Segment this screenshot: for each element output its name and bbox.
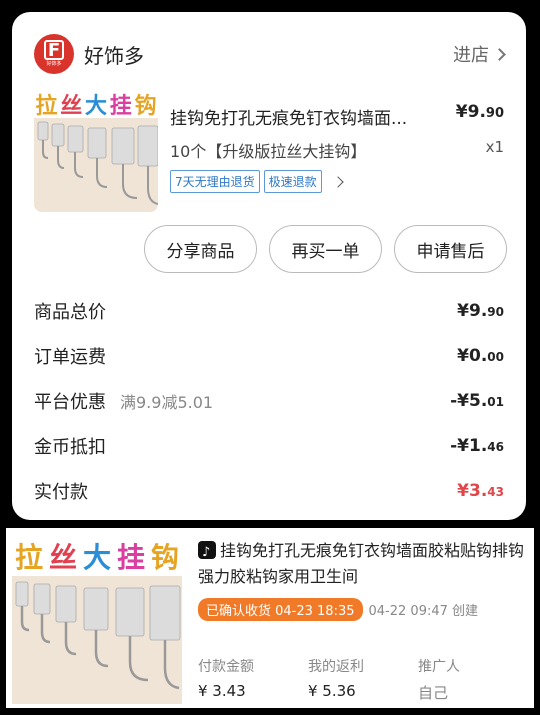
after-sales-button[interactable]: 申请售后 [394, 225, 507, 273]
summary-row-total: 商品总价 ¥9.90 [34, 300, 504, 323]
store-name: 好饰多 [84, 43, 144, 68]
order-title[interactable]: 挂钩免打孔无痕免钉衣钩墙面胶粘贴钩排钩强力胶粘钩家用卫生间 [198, 538, 528, 590]
thumbnail-banner: 拉 丝 大 挂 钩 [34, 88, 158, 119]
chevron-right-icon[interactable] [331, 175, 344, 188]
stat-payment: 付款金额 ¥ 3.43 [198, 659, 254, 700]
order-status-row: 已确认收货 04-23 18:35 04-22 09:47 创建 [198, 598, 478, 621]
store-logo: F 好饰多 [34, 34, 74, 74]
stat-promoter: 推广人 自己 [418, 659, 460, 702]
store-header[interactable]: F 好饰多 好饰多 进店 [34, 34, 506, 74]
product-thumbnail[interactable]: 拉 丝 大 挂 钩 [34, 88, 158, 212]
order-stats: 付款金额 ¥ 3.43 我的返利 ¥ 5.36 推广人 自己 [198, 656, 528, 703]
product-quantity: x1 [485, 138, 504, 156]
fast-refund-tag: 极速退款 [263, 170, 322, 193]
product-title[interactable]: 挂钩免打孔无痕免钉衣钩墙面... [170, 104, 450, 129]
paid-amount: ¥3.43 [457, 480, 504, 501]
order-product-image[interactable]: 拉 丝 大 挂 钩 [12, 536, 182, 704]
affiliate-order-card[interactable]: 拉 丝 大 挂 钩 ♪ 挂钩免打孔无痕免钉衣钩墙面胶粘贴钩排钩强力胶粘钩家用卫生… [6, 528, 534, 708]
summary-row-paid: 实付款 ¥3.43 [34, 480, 504, 503]
discount-note: 满9.9减5.01 [120, 392, 214, 412]
share-product-button[interactable]: 分享商品 [144, 225, 257, 273]
status-badge: 已确认收货 04-23 18:35 [198, 598, 363, 621]
enter-store-link[interactable]: 进店 [453, 41, 506, 67]
stat-rebate: 我的返利 ¥ 5.36 [308, 659, 364, 700]
created-time: 04-22 09:47 创建 [368, 604, 479, 619]
price-summary: 商品总价 ¥9.90 订单运费 ¥0.00 平台优惠 满9.9减5.01 -¥5… [34, 288, 504, 513]
chevron-right-icon [493, 47, 506, 61]
order-actions: 分享商品 再买一单 申请售后 [144, 225, 507, 273]
product-price: ¥9.90 [455, 102, 504, 122]
order-detail-card: F 好饰多 好饰多 进店 拉 丝 大 挂 钩 挂钩免打孔无痕免钉衣钩墙面... … [12, 12, 526, 520]
hooks-image [12, 576, 182, 704]
summary-row-discount: 平台优惠 满9.9减5.01 -¥5.01 [34, 390, 504, 413]
summary-row-shipping: 订单运费 ¥0.00 [34, 345, 504, 368]
tiktok-icon [198, 540, 216, 566]
summary-row-coins: 金币抵扣 -¥1.46 [34, 435, 504, 458]
product-spec: 10个【升级版拉丝大挂钩】 [170, 142, 367, 161]
return-policy-tag: 7天无理由退货 [170, 170, 260, 193]
thumbnail-banner: 拉 丝 大 挂 钩 [12, 536, 182, 576]
buy-again-button[interactable]: 再买一单 [269, 225, 382, 273]
hooks-image [34, 118, 158, 212]
service-tags[interactable]: 7天无理由退货 极速退款 [170, 170, 344, 193]
